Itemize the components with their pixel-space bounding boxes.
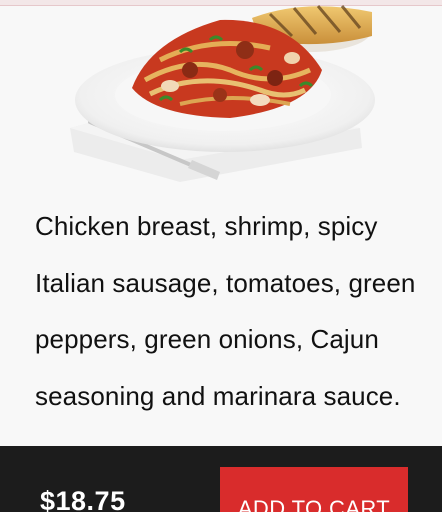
item-price: $18.75: [40, 486, 126, 512]
add-to-cart-button[interactable]: ADD TO CART: [220, 467, 408, 512]
pasta-dish-image: [70, 5, 375, 182]
item-detail-screen: Chicken breast, shrimp, spicy Italian sa…: [0, 0, 442, 512]
item-description: Chicken breast, shrimp, spicy Italian sa…: [35, 211, 416, 411]
